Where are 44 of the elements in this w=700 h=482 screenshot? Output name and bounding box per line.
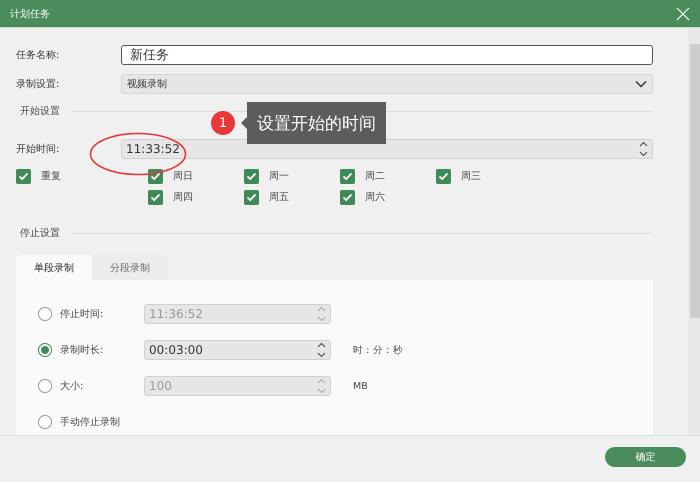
record-setting-dropdown[interactable]: 视频录制 [121,74,653,94]
confirm-button[interactable]: 确定 [605,447,686,467]
start-time-field[interactable]: 11:33:52 [121,139,653,159]
spin-field[interactable]: 00:03:00 [144,340,331,360]
checkbox[interactable]: 周四 [148,189,244,205]
callout-tooltip: 设置开始的时间 [241,102,386,144]
check-icon [246,192,257,202]
tab[interactable]: 分段录制 [92,255,168,280]
section-title: 开始设置 [20,104,60,118]
spin-arrows-icon[interactable] [317,342,326,358]
task-name-field[interactable]: 新任务 [121,45,653,65]
field-label: 任务名称: [16,49,60,62]
checkbox[interactable]: 周二 [340,168,436,184]
check-icon [342,192,353,202]
option-label: 大小: [60,380,84,393]
check-icon [438,172,449,180]
checkbox[interactable]: 周一 [244,168,340,184]
check-icon [342,172,353,180]
check-icon [150,192,161,202]
spin-arrows-icon[interactable] [639,141,648,157]
checkbox[interactable]: 周日 [148,168,244,184]
step-badge: 1 [211,111,235,135]
checkbox[interactable]: 重复 [16,168,61,184]
checkbox[interactable]: 周五 [244,189,340,205]
field-label: 开始时间: [16,142,60,156]
radio-button[interactable] [38,415,52,429]
scrollbar[interactable] [688,28,700,435]
option-label: 手动停止录制 [60,416,121,429]
window-title: 计划任务 [10,8,50,20]
check-icon [150,172,161,180]
unit-label: MB [353,380,368,392]
field-label: 录制设置: [16,78,60,91]
radio-button[interactable] [38,343,52,357]
option-label: 录制时长: [60,344,104,357]
chevron-down-icon [635,80,647,88]
checkbox[interactable]: 周三 [436,168,532,184]
section-title: 停止设置 [20,226,60,240]
unit-label: 时：分：秒 [353,344,403,356]
tab[interactable]: 单段录制 [16,255,92,280]
checkbox[interactable]: 周六 [340,189,436,205]
check-icon [246,172,257,180]
option-label: 停止时间: [60,308,104,321]
check-icon [18,172,29,180]
close-icon[interactable] [676,6,690,20]
